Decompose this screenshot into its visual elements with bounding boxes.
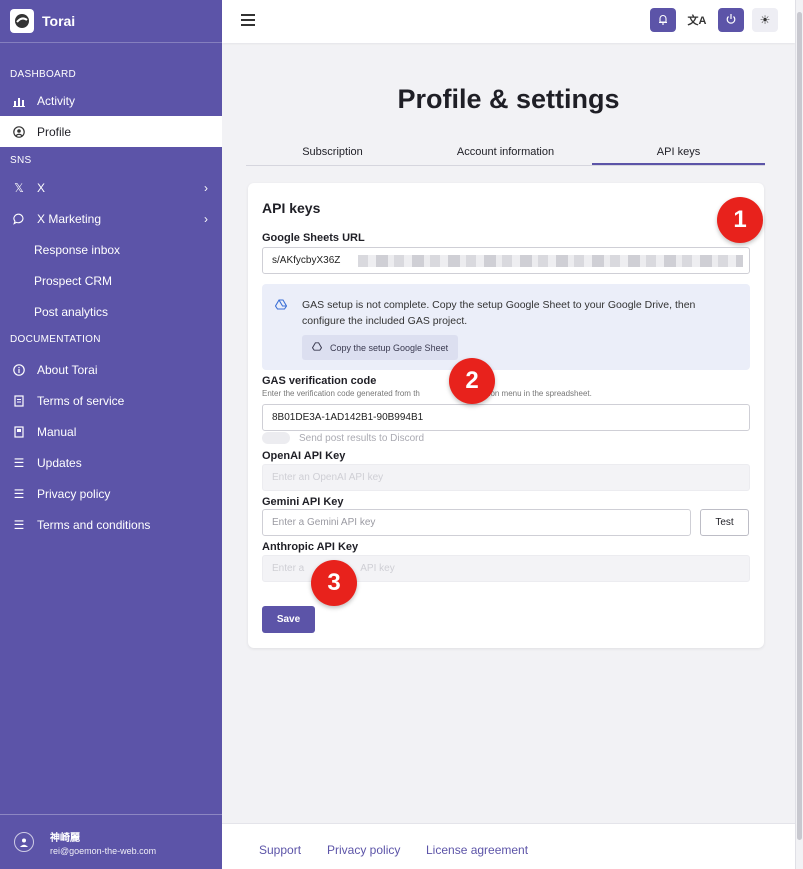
x-logo-icon: 𝕏 <box>14 180 24 195</box>
sun-icon: ☀ <box>759 13 771 27</box>
gas-code-label: GAS verification code <box>262 375 377 387</box>
sidebar-item-profile[interactable]: Profile <box>0 116 222 147</box>
drive-icon <box>311 342 323 353</box>
sidebar-item-label: X Marketing <box>37 211 102 226</box>
footer-link-privacy[interactable]: Privacy policy <box>327 843 400 857</box>
openai-key-placeholder: Enter an OpenAI API key <box>272 472 384 483</box>
gemini-key-placeholder: Enter a Gemini API key <box>272 517 376 528</box>
drive-icon <box>274 299 288 313</box>
annotation-badge-3: 3 <box>311 560 357 606</box>
tab-api-keys[interactable]: API keys <box>592 140 765 165</box>
sidebar-item-label: X <box>37 180 46 195</box>
sidebar: Torai DASHBOARD Activity Profile SNS 𝕏 X… <box>0 0 222 869</box>
brand-name: Torai <box>42 13 76 29</box>
sidebar-item-label: Profile <box>37 124 72 139</box>
bell-icon <box>657 13 669 28</box>
page-title: Profile & settings <box>397 84 620 114</box>
scrollbar[interactable] <box>795 0 803 869</box>
torai-logo-icon <box>10 9 34 33</box>
footer-link-license[interactable]: License agreement <box>426 843 528 857</box>
section-sns: SNS <box>10 154 32 166</box>
sidebar-item-conditions[interactable]: ☰ Terms and conditions <box>0 509 222 540</box>
translate-icon: 文A <box>687 15 707 27</box>
footer-link-support[interactable]: Support <box>259 843 301 857</box>
sidebar-item-updates[interactable]: ☰ Updates <box>0 447 222 478</box>
gemini-key-label: Gemini API Key <box>262 496 344 508</box>
sidebar-item-label: Updates <box>37 455 82 470</box>
list-icon: ☰ <box>13 517 25 532</box>
brand[interactable]: Torai <box>0 0 222 43</box>
card-title: API keys <box>262 200 321 216</box>
sidebar-item-prospect-crm[interactable]: Prospect CRM <box>0 265 222 296</box>
sidebar-item-terms[interactable]: Terms of service <box>0 385 222 416</box>
anthropic-key-label: Anthropic API Key <box>262 541 359 553</box>
list-icon: ☰ <box>13 455 25 470</box>
book-icon <box>12 425 26 439</box>
sidebar-item-post-analytics[interactable]: Post analytics <box>0 296 222 327</box>
menu-icon[interactable] <box>241 14 255 26</box>
logout-button[interactable] <box>718 8 744 32</box>
sidebar-item-x-marketing[interactable]: X Marketing › <box>0 203 222 234</box>
sidebar-item-activity[interactable]: Activity <box>0 85 222 116</box>
copy-sheet-label: Copy the setup Google Sheet <box>330 342 449 353</box>
notice-text: GAS setup is not complete. Copy the setu… <box>302 299 696 327</box>
settings-tabs: Subscription Account information API key… <box>246 140 765 166</box>
user-email: rei@goemon-the-web.com <box>50 845 157 856</box>
sidebar-item-label: About Torai <box>37 362 98 377</box>
theme-toggle-button[interactable]: ☀ <box>752 8 778 32</box>
sidebar-item-response-inbox[interactable]: Response inbox <box>0 234 222 265</box>
user-circle-icon <box>12 125 26 139</box>
sidebar-item-manual[interactable]: Manual <box>0 416 222 447</box>
sidebar-item-label: Manual <box>37 424 77 439</box>
annotation-badge-2: 2 <box>449 358 495 404</box>
sidebar-item-label: Terms of service <box>37 393 125 408</box>
copy-sheet-button[interactable]: Copy the setup Google Sheet <box>302 335 459 360</box>
gas-code-hint: Enter the verification code generated fr… <box>262 389 592 398</box>
save-button[interactable]: Save <box>262 606 315 633</box>
user-name: 神崎麗 <box>50 832 80 844</box>
user-account[interactable]: 神崎麗 rei@goemon-the-web.com <box>0 814 222 869</box>
sidebar-item-label: Post analytics <box>34 304 109 319</box>
annotation-badge-1: 1 <box>717 197 763 243</box>
language-button[interactable]: 文A <box>684 8 710 32</box>
power-icon <box>725 13 737 28</box>
gas-setup-notice: GAS setup is not complete. Copy the setu… <box>262 284 750 370</box>
openai-key-label: OpenAI API Key <box>262 450 346 462</box>
discord-toggle-label: Send post results to Discord <box>299 433 425 444</box>
info-icon <box>12 363 26 377</box>
sidebar-item-label: Response inbox <box>34 242 121 257</box>
footer: Support Privacy policy License agreement <box>222 823 795 869</box>
chevron-right-icon: › <box>204 180 208 195</box>
sidebar-item-label: Activity <box>37 93 76 108</box>
list-icon: ☰ <box>13 486 25 501</box>
sidebar-item-privacy[interactable]: ☰ Privacy policy <box>0 478 222 509</box>
sheets-url-value: s/AKfycbyX36Z <box>272 255 341 266</box>
sheets-url-input[interactable]: s/AKfycbyX36Z <box>262 247 750 274</box>
chevron-right-icon: › <box>204 211 208 226</box>
chat-bubble-icon <box>12 212 26 226</box>
gas-code-input[interactable]: 8B01DE3A-1AD142B1-90B994B1 <box>262 404 750 431</box>
sidebar-item-x[interactable]: 𝕏 X › <box>0 172 222 203</box>
redacted-blur <box>358 255 743 267</box>
sidebar-item-label: Prospect CRM <box>34 273 113 288</box>
sidebar-item-about[interactable]: About Torai <box>0 354 222 385</box>
bar-chart-icon <box>12 94 26 108</box>
discord-toggle[interactable] <box>262 432 290 444</box>
avatar <box>14 832 34 852</box>
test-gemini-button[interactable]: Test <box>700 509 749 536</box>
notification-button[interactable] <box>650 8 676 32</box>
sheets-url-label: Google Sheets URL <box>262 232 365 244</box>
gas-code-value: 8B01DE3A-1AD142B1-90B994B1 <box>272 412 424 423</box>
sidebar-item-label: Terms and conditions <box>37 517 151 532</box>
openai-key-input[interactable]: Enter an OpenAI API key <box>262 464 750 491</box>
section-documentation: DOCUMENTATION <box>10 333 101 345</box>
gemini-key-input[interactable]: Enter a Gemini API key <box>262 509 691 536</box>
document-icon <box>12 394 26 408</box>
section-dashboard: DASHBOARD <box>10 68 77 80</box>
top-bar: 文A ☀ <box>222 0 795 43</box>
tab-subscription[interactable]: Subscription <box>246 140 419 165</box>
sidebar-item-label: Privacy policy <box>37 486 111 501</box>
tab-account-information[interactable]: Account information <box>419 140 592 165</box>
